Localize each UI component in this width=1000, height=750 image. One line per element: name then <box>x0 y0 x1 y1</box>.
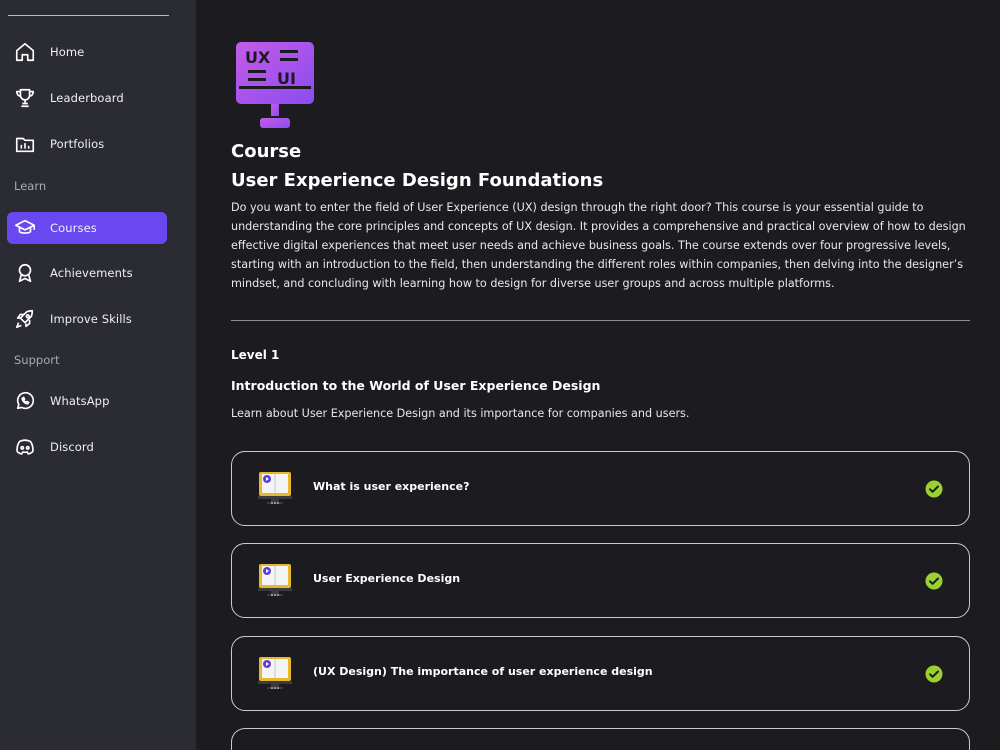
sidebar-item-courses[interactable]: Courses <box>7 212 167 244</box>
course-description: Do you want to enter the field of User E… <box>231 201 966 290</box>
sidebar-item-label: Achievements <box>50 266 133 280</box>
sidebar-item-label: Improve Skills <box>50 312 132 326</box>
home-icon <box>14 41 36 63</box>
sidebar-item-label: Discord <box>50 440 94 454</box>
trophy-icon <box>14 87 36 109</box>
discord-icon <box>14 436 36 458</box>
sidebar: Home Leaderboard Portfolios Learn Course… <box>0 0 196 750</box>
course-kicker: Course <box>231 141 302 162</box>
sidebar-item-portfolios[interactable]: Portfolios <box>7 128 167 160</box>
sidebar-item-achievements[interactable]: Achievements <box>7 257 167 289</box>
level-title: Introduction to the World of User Experi… <box>231 378 601 393</box>
ux-ui-monitor-icon: UX UI <box>236 40 314 130</box>
sidebar-item-label: Courses <box>50 221 97 235</box>
medal-icon <box>14 262 36 284</box>
graduation-cap-icon <box>14 217 36 239</box>
main-content: UX UI Course User Experience Design Foun… <box>196 0 1000 750</box>
lesson-card[interactable] <box>231 728 970 750</box>
sidebar-item-discord[interactable]: Discord <box>7 431 167 463</box>
sidebar-item-leaderboard[interactable]: Leaderboard <box>7 82 167 114</box>
video-book-icon <box>256 561 294 599</box>
video-book-icon <box>256 469 294 507</box>
whatsapp-icon <box>14 390 36 412</box>
lesson-title: What is user experience? <box>313 480 470 493</box>
sidebar-item-whatsapp[interactable]: WhatsApp <box>7 385 167 417</box>
level-description: Learn about User Experience Design and i… <box>231 407 690 420</box>
divider <box>231 320 970 321</box>
sidebar-item-label: Leaderboard <box>50 91 124 105</box>
section-label-support: Support <box>14 353 60 367</box>
portfolio-icon <box>14 133 36 155</box>
video-book-icon <box>256 654 294 692</box>
sidebar-item-label: Portfolios <box>50 137 105 151</box>
sidebar-item-improve-skills[interactable]: Improve Skills <box>7 303 167 335</box>
check-circle-icon <box>925 665 943 683</box>
check-circle-icon <box>925 480 943 498</box>
lesson-card[interactable]: User Experience Design <box>231 543 970 618</box>
section-label-learn: Learn <box>14 179 47 193</box>
sidebar-item-label: WhatsApp <box>50 394 110 408</box>
level-label: Level 1 <box>231 348 280 362</box>
sidebar-item-home[interactable]: Home <box>7 36 167 68</box>
svg-text:UX: UX <box>245 48 271 67</box>
sidebar-item-label: Home <box>50 45 85 59</box>
page-title: User Experience Design Foundations <box>231 170 604 191</box>
rocket-icon <box>14 308 36 330</box>
sidebar-divider <box>8 15 169 16</box>
svg-text:UI: UI <box>277 69 296 88</box>
video-book-icon <box>258 745 288 750</box>
lesson-title: User Experience Design <box>313 572 461 585</box>
lesson-card[interactable]: What is user experience? <box>231 451 970 526</box>
check-circle-icon <box>925 572 943 590</box>
lesson-card[interactable]: (UX Design) The importance of user exper… <box>231 636 970 711</box>
lesson-title: (UX Design) The importance of user exper… <box>313 665 653 678</box>
